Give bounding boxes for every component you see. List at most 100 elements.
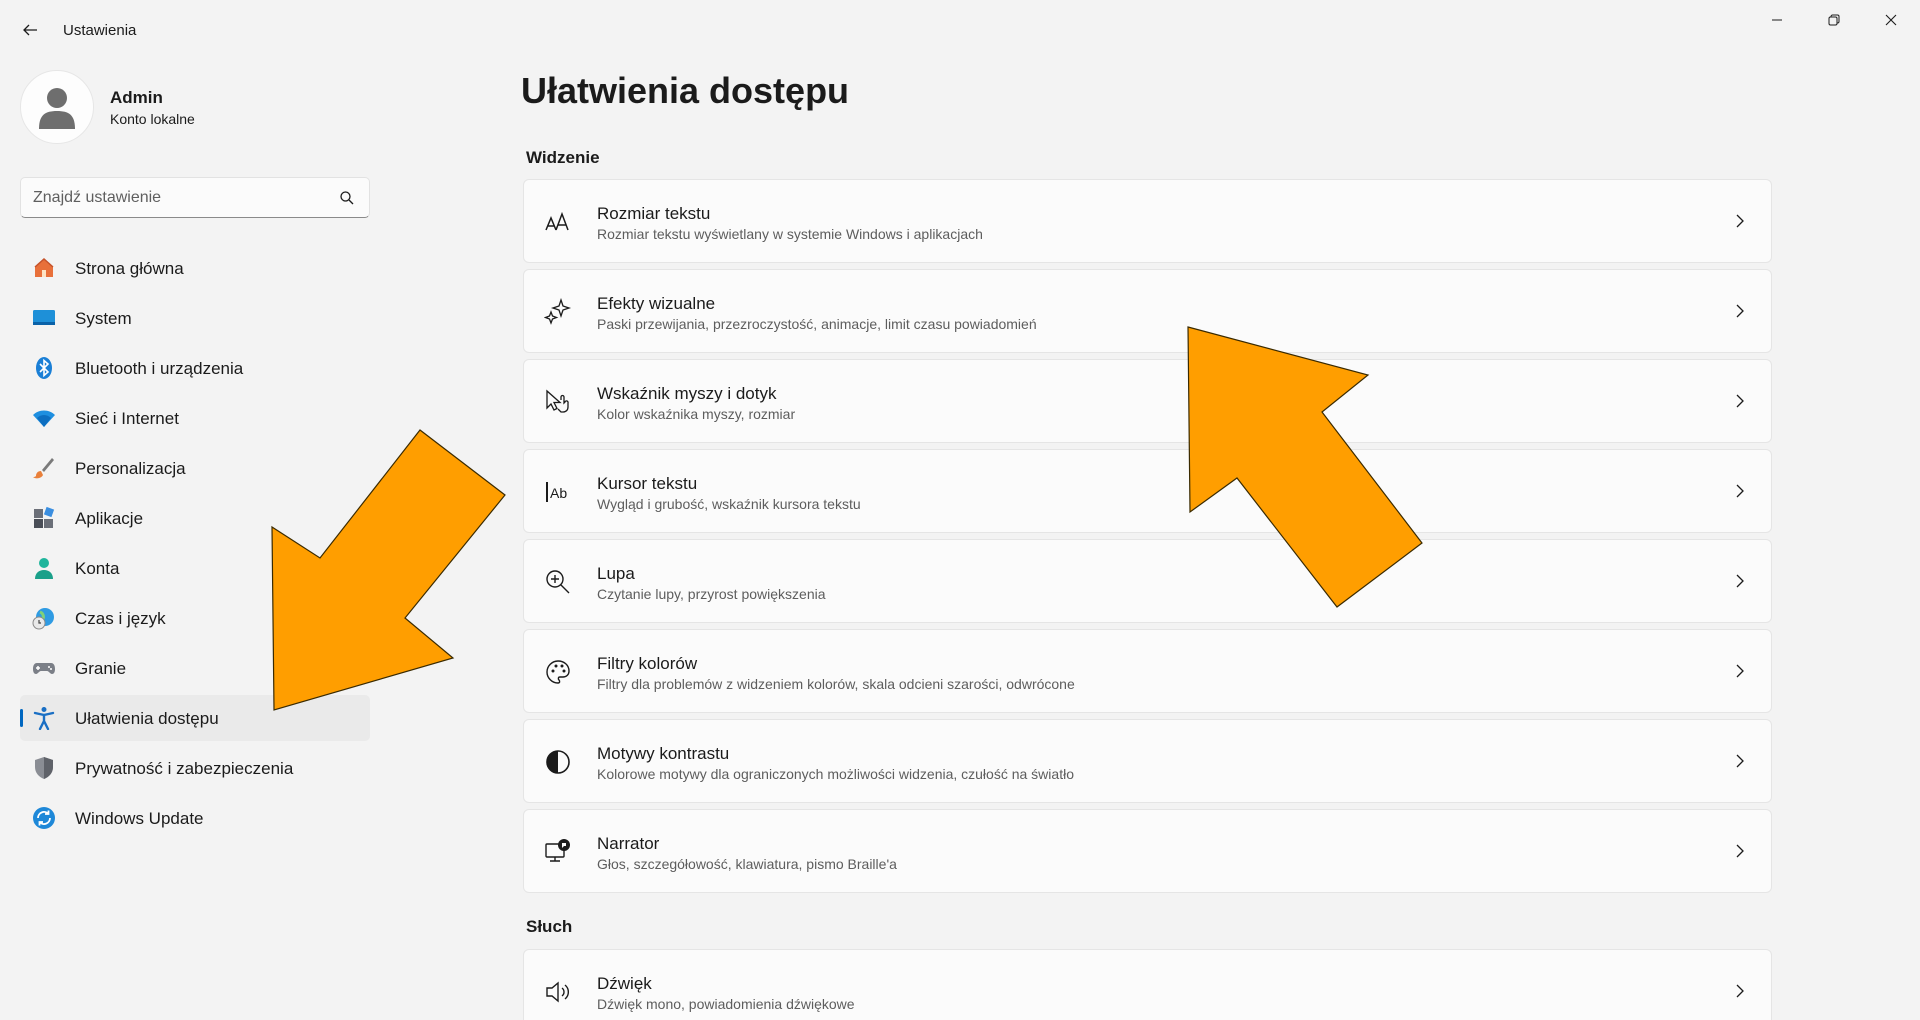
sidebar-nav: Strona główna System Bluetooth i urządze…: [20, 245, 370, 845]
section-title-vision: Widzenie: [526, 148, 600, 167]
shield-icon: [32, 756, 56, 780]
section-title-hearing: Słuch: [526, 917, 573, 936]
sidebar-item-gaming[interactable]: Granie: [20, 645, 370, 691]
setting-card-magnifier[interactable]: Lupa Czytanie lupy, przyrost powiększeni…: [523, 539, 1772, 623]
chevron-right-icon: [1736, 754, 1744, 768]
user-avatar-icon: [39, 88, 75, 129]
card-title: Motywy kontrastu: [597, 744, 730, 763]
card-title: Filtry kolorów: [597, 654, 698, 673]
back-button[interactable]: [16, 16, 44, 44]
magnifier-icon: [544, 568, 572, 596]
sidebar-item-personalization[interactable]: Personalizacja: [20, 445, 370, 491]
chevron-right-icon: [1736, 394, 1744, 408]
card-title: Dźwięk: [597, 974, 652, 993]
sidebar-item-home[interactable]: Strona główna: [20, 245, 370, 291]
sidebar-item-label: Granie: [75, 659, 127, 678]
card-description: Dźwięk mono, powiadomienia dźwiękowe: [597, 996, 855, 1012]
setting-card-visual-effects[interactable]: Efekty wizualne Paski przewijania, przez…: [523, 269, 1772, 353]
card-description: Kolorowe motywy dla ograniczonych możliw…: [597, 766, 1074, 782]
windows-update-icon: [32, 806, 56, 830]
accessibility-icon: [32, 706, 56, 730]
setting-card-text-size[interactable]: Rozmiar tekstu Rozmiar tekstu wyświetlan…: [523, 179, 1772, 263]
gamepad-icon: [32, 656, 56, 680]
apps-icon: [32, 506, 56, 530]
speaker-icon: [544, 978, 572, 1006]
sparkle-icon: [544, 298, 572, 326]
text-size-icon: [544, 208, 572, 236]
sidebar-item-label: Personalizacja: [75, 459, 186, 478]
avatar[interactable]: [20, 70, 94, 144]
palette-icon: [544, 658, 572, 686]
sidebar-item-label: System: [75, 309, 132, 328]
chevron-right-icon: [1736, 574, 1744, 588]
sidebar-item-privacy-security[interactable]: Prywatność i zabezpieczenia: [20, 745, 370, 791]
card-description: Wygląd i grubość, wskaźnik kursora tekst…: [597, 496, 861, 512]
wifi-icon: [32, 406, 56, 430]
minimize-icon: [1772, 19, 1782, 21]
bluetooth-icon: [32, 356, 56, 380]
search-icon[interactable]: [339, 190, 355, 206]
page-title: Ułatwienia dostępu: [521, 70, 850, 111]
setting-card-text-cursor[interactable]: Ab Kursor tekstu Wygląd i grubość, wskaź…: [523, 449, 1772, 533]
title-bar: Ustawienia: [0, 0, 1920, 60]
user-name: Admin: [110, 88, 163, 107]
sidebar-item-apps[interactable]: Aplikacje: [20, 495, 370, 541]
globe-clock-icon: [32, 606, 56, 630]
sidebar-item-label: Aplikacje: [75, 509, 144, 528]
sidebar-item-windows-update[interactable]: Windows Update: [20, 795, 370, 841]
account-type: Konto lokalne: [110, 111, 195, 127]
brush-icon: [32, 456, 56, 480]
selection-indicator: [20, 709, 23, 727]
svg-text:Ab: Ab: [550, 485, 567, 501]
restore-button[interactable]: [1811, 6, 1857, 34]
card-title: Narrator: [597, 834, 660, 853]
chevron-right-icon: [1736, 664, 1744, 678]
sidebar-item-label: Konta: [75, 559, 120, 578]
text-cursor-icon: Ab: [544, 478, 572, 506]
setting-card-sound[interactable]: Dźwięk Dźwięk mono, powiadomienia dźwięk…: [523, 949, 1772, 1020]
sidebar-item-accessibility[interactable]: Ułatwienia dostępu: [20, 695, 370, 741]
mouse-pointer-icon: [544, 388, 572, 416]
chevron-right-icon: [1736, 484, 1744, 498]
setting-card-color-filters[interactable]: Filtry kolorów Filtry dla problemów z wi…: [523, 629, 1772, 713]
setting-card-contrast-themes[interactable]: Motywy kontrastu Kolorowe motywy dla ogr…: [523, 719, 1772, 803]
card-title: Lupa: [597, 564, 635, 583]
app-title: Ustawienia: [63, 22, 137, 39]
chevron-right-icon: [1736, 984, 1744, 998]
card-description: Rozmiar tekstu wyświetlany w systemie Wi…: [597, 226, 983, 242]
sidebar-item-label: Strona główna: [75, 259, 184, 278]
sidebar-item-accounts[interactable]: Konta: [20, 545, 370, 591]
sidebar-item-label: Prywatność i zabezpieczenia: [75, 759, 294, 778]
setting-card-mouse-pointer[interactable]: Wskaźnik myszy i dotyk Kolor wskaźnika m…: [523, 359, 1772, 443]
back-arrow-icon: [23, 24, 37, 36]
card-title: Rozmiar tekstu: [597, 204, 711, 223]
restore-icon: [1828, 14, 1840, 26]
chevron-right-icon: [1736, 214, 1744, 228]
sidebar-item-label: Bluetooth i urządzenia: [75, 359, 244, 378]
contrast-icon: [544, 748, 572, 776]
sidebar-item-label: Windows Update: [75, 809, 204, 828]
sidebar-item-network[interactable]: Sieć i Internet: [20, 395, 370, 441]
sidebar-item-label: Sieć i Internet: [75, 409, 179, 428]
card-description: Paski przewijania, przezroczystość, anim…: [597, 316, 1037, 332]
card-description: Filtry dla problemów z widzeniem kolorów…: [597, 676, 1075, 692]
home-icon: [32, 256, 56, 280]
search-input[interactable]: [33, 178, 333, 217]
card-description: Głos, szczegółowość, klawiatura, pismo B…: [597, 856, 897, 872]
close-button[interactable]: [1868, 6, 1914, 34]
card-description: Kolor wskaźnika myszy, rozmiar: [597, 406, 796, 422]
card-title: Wskaźnik myszy i dotyk: [597, 384, 777, 403]
search-box[interactable]: [20, 177, 370, 218]
setting-card-narrator[interactable]: Narrator Głos, szczegółowość, klawiatura…: [523, 809, 1772, 893]
account-icon: [32, 556, 56, 580]
sidebar-item-time-language[interactable]: Czas i język: [20, 595, 370, 641]
card-title: Efekty wizualne: [597, 294, 716, 313]
sidebar-item-system[interactable]: System: [20, 295, 370, 341]
card-description: Czytanie lupy, przyrost powiększenia: [597, 586, 826, 602]
system-icon: [32, 306, 56, 330]
minimize-button[interactable]: [1754, 6, 1800, 34]
card-title: Kursor tekstu: [597, 474, 698, 493]
sidebar-item-bluetooth[interactable]: Bluetooth i urządzenia: [20, 345, 370, 391]
chevron-right-icon: [1736, 844, 1744, 858]
sidebar-item-label: Czas i język: [75, 609, 166, 628]
